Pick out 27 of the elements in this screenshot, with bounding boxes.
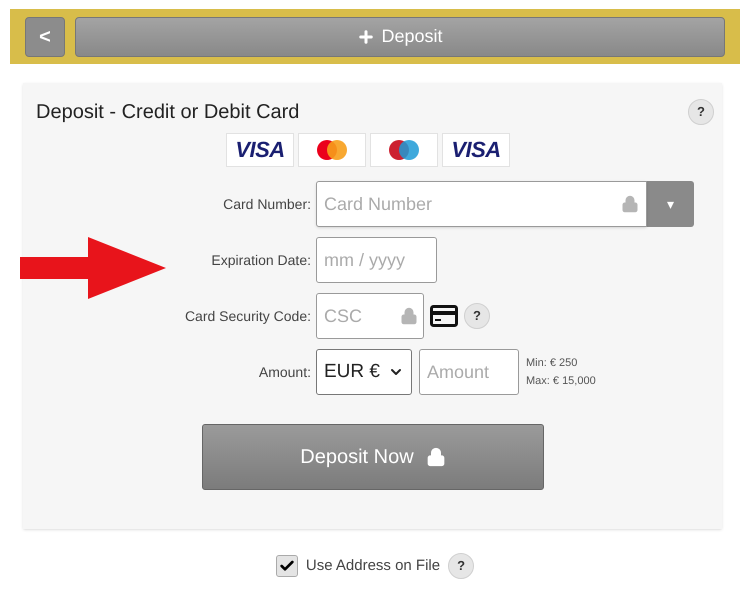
address-label: Use Address on File bbox=[306, 556, 440, 576]
expiration-date-field[interactable]: mm / yyyy bbox=[316, 237, 437, 283]
arrow-icon bbox=[20, 237, 166, 299]
maestro-logo bbox=[386, 138, 422, 162]
currency-select[interactable]: EUR € bbox=[316, 349, 412, 395]
panel-title: Deposit - Credit or Debit Card bbox=[36, 100, 300, 125]
field-label: Card Security Code: bbox=[184, 306, 311, 326]
help-button[interactable]: ? bbox=[448, 553, 474, 579]
visa-logo: VISA bbox=[226, 133, 294, 167]
help-button[interactable]: ? bbox=[688, 99, 714, 125]
csc-field[interactable]: CSC bbox=[316, 293, 424, 339]
lock-icon bbox=[400, 307, 418, 325]
card-number-field[interactable]: Card Number bbox=[316, 181, 647, 227]
plus-icon bbox=[357, 28, 376, 46]
address-checkbox[interactable] bbox=[276, 555, 298, 577]
field-label: Expiration Date: bbox=[210, 250, 311, 270]
field-label: Amount: bbox=[258, 362, 311, 382]
mastercard-logo bbox=[314, 138, 350, 162]
min-amount: Min: € 250 bbox=[526, 356, 578, 371]
help-button[interactable]: ? bbox=[464, 303, 490, 329]
max-amount: Max: € 15,000 bbox=[526, 374, 596, 389]
credit-card-icon bbox=[430, 305, 458, 327]
amount-field[interactable]: Amount bbox=[419, 349, 519, 395]
field-label: Card Number: bbox=[222, 194, 311, 214]
visa-logo: VISA bbox=[442, 133, 510, 167]
lock-icon bbox=[621, 195, 639, 213]
lock-icon bbox=[426, 447, 446, 467]
